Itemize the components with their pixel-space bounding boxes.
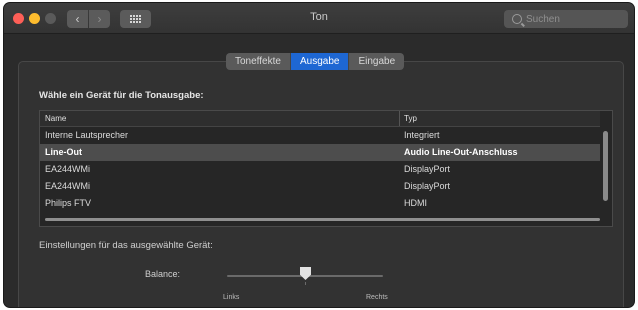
settings-label: Einstellungen für das ausgewählte Gerät: xyxy=(39,240,213,251)
balance-slider-knob[interactable] xyxy=(300,267,311,280)
table-row[interactable]: Philips FTV HDMI xyxy=(40,195,600,212)
tab-ausgabe[interactable]: Ausgabe xyxy=(290,53,350,70)
tab-toneffekte[interactable]: Toneffekte xyxy=(226,53,291,70)
device-type: Integriert xyxy=(404,130,440,140)
output-panel: Wähle ein Gerät für die Tonausgabe: Name… xyxy=(18,61,624,307)
table-row[interactable]: EA244WMi DisplayPort xyxy=(40,161,600,178)
device-type: DisplayPort xyxy=(404,181,451,191)
balance-label: Balance: xyxy=(145,269,181,279)
device-name: Philips FTV xyxy=(45,198,92,208)
balance-right-label: Rechts xyxy=(366,294,388,301)
horizontal-scrollbar[interactable] xyxy=(45,218,600,221)
sound-preferences-window: ‹ › Ton Suchen Wähle ein Gerät für die T… xyxy=(4,3,634,307)
tab-eingabe[interactable]: Eingabe xyxy=(349,53,405,70)
table-row[interactable]: Interne Lautsprecher Integriert xyxy=(40,127,600,144)
device-table[interactable]: Name Typ Interne Lautsprecher Integriert… xyxy=(39,110,613,227)
device-name: EA244WMi xyxy=(45,164,91,174)
device-type: HDMI xyxy=(404,198,427,208)
device-type: Audio Line-Out-Anschluss xyxy=(404,147,518,157)
column-divider[interactable] xyxy=(399,111,400,126)
balance-left-label: Links xyxy=(223,294,240,301)
device-type: DisplayPort xyxy=(404,164,451,174)
search-placeholder: Suchen xyxy=(526,13,560,25)
search-icon xyxy=(512,14,522,24)
tab-bar: Toneffekte Ausgabe Eingabe xyxy=(226,53,405,70)
column-type-header[interactable]: Typ xyxy=(404,114,417,123)
output-prompt: Wähle ein Gerät für die Tonausgabe: xyxy=(39,90,204,101)
table-row[interactable]: EA244WMi DisplayPort xyxy=(40,178,600,195)
vertical-scrollbar[interactable] xyxy=(603,131,608,201)
device-name: Line-Out xyxy=(45,147,82,157)
device-name: EA244WMi xyxy=(45,181,91,191)
search-field[interactable]: Suchen xyxy=(504,10,628,28)
title-bar: ‹ › Ton Suchen xyxy=(4,3,634,34)
table-row-selected[interactable]: Line-Out Audio Line-Out-Anschluss xyxy=(40,144,600,161)
table-header: Name Typ xyxy=(40,111,600,127)
device-name: Interne Lautsprecher xyxy=(45,130,129,140)
column-name-header[interactable]: Name xyxy=(45,114,66,123)
balance-center-tick xyxy=(305,282,306,285)
